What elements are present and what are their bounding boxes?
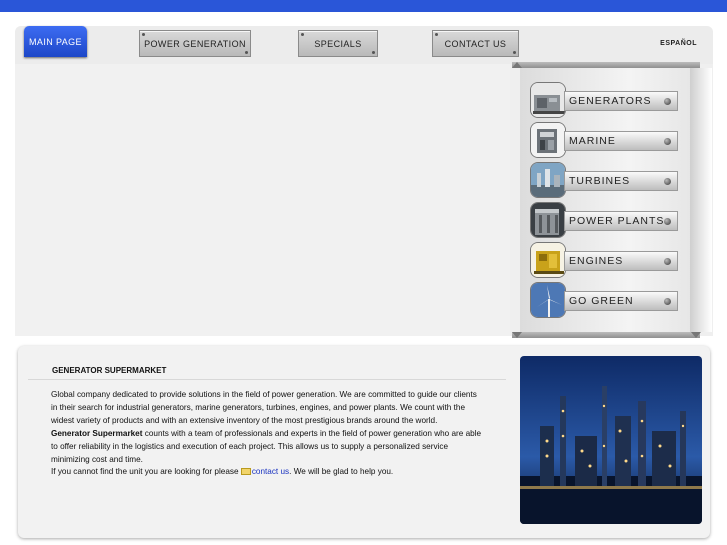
contact-us-link[interactable]: contact us bbox=[252, 467, 289, 476]
bullet-icon bbox=[664, 98, 671, 105]
nav-specials-button[interactable]: SPECIALS bbox=[298, 30, 378, 57]
menu-item-marine[interactable]: MARINE bbox=[530, 122, 678, 158]
section-title: GENERATOR SUPERMARKET bbox=[52, 366, 167, 375]
main-navigation: MAIN PAGE POWER GENERATION SPECIALS CONT… bbox=[15, 26, 713, 64]
product-category-menu: GENERATORS MARINE TURBINES POWER PLANTS … bbox=[512, 62, 712, 338]
marine-engine-thumbnail-icon bbox=[530, 122, 566, 158]
nav-main-page-button[interactable]: MAIN PAGE bbox=[24, 26, 87, 57]
divider bbox=[28, 379, 506, 380]
hero-image-placeholder bbox=[15, 64, 510, 336]
power-plant-thumbnail-icon bbox=[530, 202, 566, 238]
menu-item-engines-label: ENGINES bbox=[569, 255, 624, 267]
company-name: Generator Supermarket bbox=[51, 428, 143, 438]
refinery-night-photo bbox=[520, 356, 702, 524]
menu-item-generators-label: GENERATORS bbox=[569, 95, 652, 107]
menu-item-engines[interactable]: ENGINES bbox=[530, 242, 678, 278]
bullet-icon bbox=[664, 138, 671, 145]
menu-item-generators[interactable]: GENERATORS bbox=[530, 82, 678, 118]
menu-item-go-green-label: GO GREEN bbox=[569, 295, 634, 307]
menu-item-turbines-label: TURBINES bbox=[569, 175, 631, 187]
bullet-icon bbox=[664, 258, 671, 265]
bullet-icon bbox=[664, 178, 671, 185]
menu-item-turbines[interactable]: TURBINES bbox=[530, 162, 678, 198]
top-blue-bar bbox=[0, 0, 727, 12]
menu-item-marine-label: MARINE bbox=[569, 135, 616, 147]
nav-power-generation-button[interactable]: POWER GENERATION bbox=[139, 30, 251, 57]
wind-turbine-thumbnail-icon bbox=[530, 282, 566, 318]
bullet-icon bbox=[664, 218, 671, 225]
company-description: Global company dedicated to provide solu… bbox=[51, 389, 483, 479]
intro-paragraph: Global company dedicated to provide solu… bbox=[51, 390, 477, 425]
generator-thumbnail-icon bbox=[530, 82, 566, 118]
nav-contact-us-button[interactable]: CONTACT US bbox=[432, 30, 519, 57]
turbine-thumbnail-icon bbox=[530, 162, 566, 198]
menu-item-power-plants[interactable]: POWER PLANTS bbox=[530, 202, 678, 238]
menu-item-power-plants-label: POWER PLANTS bbox=[569, 215, 665, 227]
language-switch-link[interactable]: ESPAÑOL bbox=[660, 40, 697, 47]
menu-item-go-green[interactable]: GO GREEN bbox=[530, 282, 678, 318]
engine-thumbnail-icon bbox=[530, 242, 566, 278]
envelope-icon bbox=[240, 468, 251, 476]
contact-closing-text: . We will be glad to help you. bbox=[289, 467, 394, 477]
company-info-panel: GENERATOR SUPERMARKET Global company ded… bbox=[18, 346, 710, 538]
contact-prompt-text: If you cannot find the unit you are look… bbox=[51, 467, 241, 477]
bullet-icon bbox=[664, 298, 671, 305]
